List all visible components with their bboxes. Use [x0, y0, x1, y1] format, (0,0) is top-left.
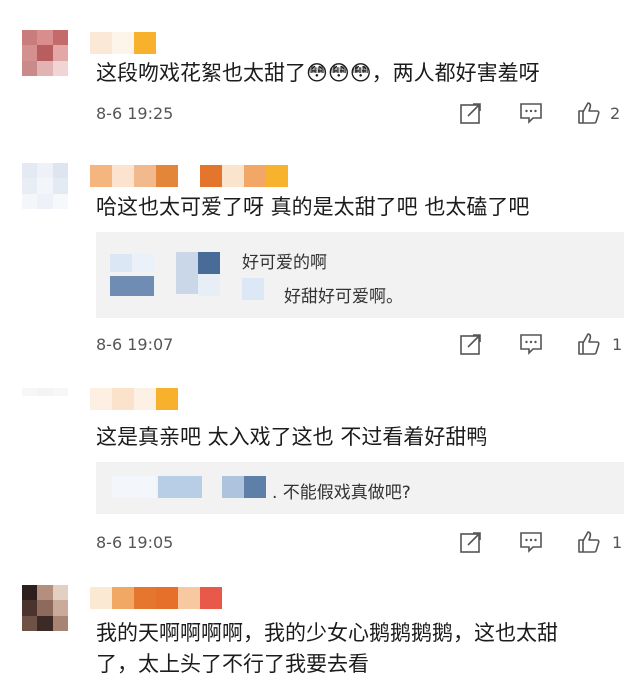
username-pixelated[interactable]	[90, 587, 222, 609]
username-pixelated	[198, 252, 220, 274]
username-pixelated[interactable]	[90, 388, 178, 410]
share-icon[interactable]	[458, 331, 484, 357]
comment-text: 我的天啊啊啊啊，我的少女心鹅鹅鹅鹅，这也太甜 了，太上头了不行了我要去看	[96, 618, 558, 680]
username-pixelated	[244, 476, 266, 498]
comment-time: 8-6 19:05	[96, 533, 174, 552]
comment-line: 了，太上头了不行了我要去看	[96, 652, 369, 676]
avatar[interactable]	[22, 585, 68, 631]
comment-icon[interactable]	[518, 331, 544, 357]
username-pixelated	[222, 476, 244, 498]
comment-icon[interactable]	[518, 529, 544, 555]
comment-time: 8-6 19:07	[96, 335, 174, 354]
username-pixelated	[242, 278, 264, 300]
reply-text: 好可爱的啊	[242, 253, 327, 273]
avatar	[112, 476, 156, 498]
comment-meta: 8-6 19:05 1	[96, 529, 631, 557]
username-pixelated[interactable]	[90, 165, 288, 187]
comment-text: 哈这也太可爱了呀 真的是太甜了吧 也太磕了吧	[96, 192, 529, 223]
avatar	[110, 276, 154, 296]
comment-line: 这是真亲吧 太入戏了这也 不过看着好甜鸭	[96, 425, 488, 449]
avatar[interactable]	[22, 30, 68, 76]
avatar	[132, 254, 154, 272]
avatar[interactable]	[22, 163, 68, 209]
avatar	[110, 254, 132, 272]
reply-box[interactable]: . 不能假戏真做吧?	[96, 462, 624, 514]
comment-line: 我的天啊啊啊啊，我的少女心鹅鹅鹅鹅，这也太甜	[96, 621, 558, 645]
avatar[interactable]	[22, 388, 68, 412]
share-icon[interactable]	[458, 100, 484, 126]
like-count: 2	[610, 104, 621, 123]
username-pixelated	[158, 476, 202, 498]
like-count: 1	[612, 533, 623, 552]
comment-meta: 8-6 19:07 1	[96, 331, 631, 359]
reply-text: 好甜好可爱啊。	[284, 287, 403, 307]
username-pixelated[interactable]	[90, 32, 156, 54]
comment-text: 这段吻戏花絮也太甜了😳😳😳，两人都好害羞呀	[96, 58, 540, 89]
reply-box[interactable]: 好可爱的啊 好甜好可爱啊。	[96, 232, 624, 318]
comment-text: 这是真亲吧 太入戏了这也 不过看着好甜鸭	[96, 422, 487, 453]
comment-line: 这段吻戏花絮也太甜了😳😳😳，两人都好害羞呀	[96, 61, 540, 85]
like-count: 1	[612, 335, 623, 354]
comment-line: 哈这也太可爱了呀 真的是太甜了吧 也太磕了吧	[96, 195, 530, 219]
comment-meta: 8-6 19:25 2	[96, 100, 631, 128]
thumbs-up-icon[interactable]	[576, 529, 602, 555]
username-pixelated	[198, 274, 220, 296]
comment-time: 8-6 19:25	[96, 104, 174, 123]
share-icon[interactable]	[458, 529, 484, 555]
thumbs-up-icon[interactable]	[576, 100, 602, 126]
comment-icon[interactable]	[518, 100, 544, 126]
username-pixelated	[176, 252, 198, 294]
reply-text: . 不能假戏真做吧?	[272, 483, 411, 503]
thumbs-up-icon[interactable]	[576, 331, 602, 357]
